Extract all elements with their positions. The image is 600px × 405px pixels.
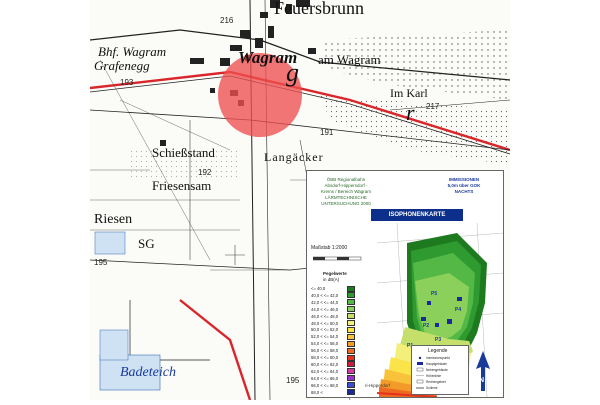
point-label-p4: P4	[455, 307, 462, 313]
symbol-legend-box: Legende Immissionspunkt Hauptgebäude Neb…	[411, 345, 469, 395]
legend-swatch	[347, 347, 355, 354]
legend-swatch	[347, 306, 355, 313]
label-badeteich: Badeteich	[120, 365, 176, 380]
spot-height-195: 195	[94, 258, 108, 267]
label-grafenegg: Grafenegg	[94, 58, 150, 73]
legend-swatch	[347, 389, 355, 395]
label-schiessstand: Schießstand	[152, 145, 215, 160]
legend-swatch	[347, 340, 355, 347]
legend-item-2: Hauptgebäude	[426, 362, 447, 366]
scale-bar	[313, 256, 362, 261]
label-friesensam: Friesensam	[152, 178, 212, 193]
label-am-wagram: am Wagram	[318, 52, 381, 67]
legend-item-1: Immissionspunkt	[426, 356, 450, 360]
legend-heading-2: in dB(A)	[323, 277, 340, 282]
spot-height-192: 192	[198, 168, 212, 177]
noise-level-legend: <= 40,0 40,0 < <= 42,0 42,0 < <= 44,0 44,0 …	[311, 285, 377, 397]
spot-height-217: 217	[426, 102, 440, 111]
spot-height-193: 193	[120, 78, 134, 87]
immission-line-3: NACHTS	[454, 189, 474, 194]
point-label-p5: P5	[431, 291, 438, 297]
legend-item-5: Rechengebiet	[426, 380, 446, 384]
legend-swatch	[347, 326, 355, 333]
isophone-inset[interactable]: ÖBB Regionalbahn Absdorf-Hippersdorf - K…	[306, 170, 504, 398]
legend-swatch	[347, 285, 355, 292]
legend-item-4: Höhenlinie	[426, 374, 442, 378]
label-im-karl: Im Karl	[390, 86, 428, 100]
info-line-5: UNTERSUCHUNG 2000	[321, 201, 371, 206]
legend-swatch	[347, 368, 355, 375]
legend-swatch	[347, 361, 355, 368]
spot-height-195b: 195	[286, 376, 300, 385]
legend-item-3: Nebengebäude	[426, 368, 448, 372]
legend-heading-1: Pegelwerte	[323, 271, 347, 276]
legend-swatch	[347, 299, 355, 306]
rail-label: ri-Hipperdorf	[365, 383, 391, 388]
label-sg: SG	[138, 236, 155, 251]
legend-item-6: Schiene	[426, 386, 438, 390]
map-viewer: Feuersbrunn Bhf. Wagram Grafenegg Wagram…	[0, 0, 600, 401]
isophone-title: ISOPHONENKARTE	[371, 209, 463, 221]
label-feuersbrunn: Feuersbrunn	[274, 0, 364, 18]
north-arrow-icon	[476, 351, 490, 391]
legend-row: 68,0 <	[311, 389, 371, 396]
legend-swatch	[347, 354, 355, 361]
legend-swatch	[347, 320, 355, 326]
spot-height-216: 216	[220, 16, 234, 25]
legend-swatch	[347, 382, 355, 389]
scale-label: Maßstab 1:2000	[311, 245, 348, 251]
riesen-pond	[94, 231, 126, 255]
label-r-letter: r	[406, 100, 415, 125]
legend-swatch	[347, 313, 355, 320]
point-label-p2: P2	[423, 323, 430, 329]
label-riesen: Riesen	[94, 212, 133, 227]
legend-swatch	[347, 292, 355, 299]
label-g-letter: g	[286, 58, 299, 87]
north-label: N	[479, 377, 485, 384]
immission-box: IMMISSIONEN 5,0m über GOK NACHTS	[427, 175, 501, 201]
spot-height-191: 191	[320, 128, 334, 137]
point-label-p3: P3	[435, 337, 442, 343]
legend-label: 68,0 <	[311, 389, 323, 395]
label-langacker: Langäcker	[264, 150, 324, 164]
legend-swatch	[347, 333, 355, 340]
legend-box-title: Legende	[428, 348, 448, 354]
legend-symbols	[416, 356, 424, 389]
legend-swatch	[347, 375, 355, 382]
